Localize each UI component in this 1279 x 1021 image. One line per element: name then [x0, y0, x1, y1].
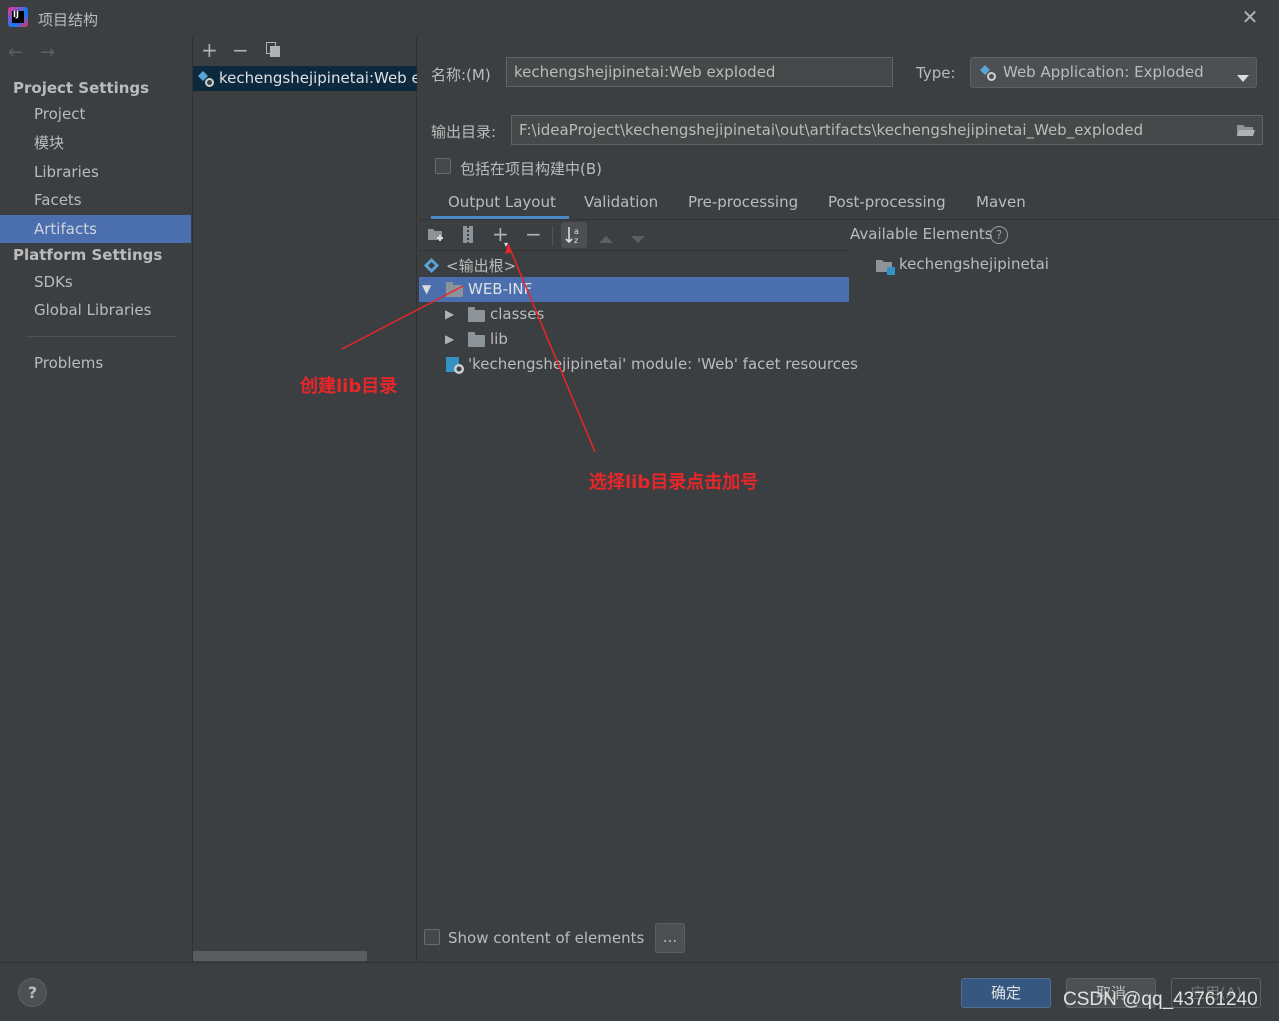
- expand-triangle-icon[interactable]: ▶: [445, 307, 454, 321]
- project-settings-header: Project Settings: [13, 79, 150, 97]
- name-label: 名称:(M): [431, 66, 491, 84]
- tab-maven[interactable]: Maven: [976, 193, 1026, 211]
- type-label: Type:: [916, 64, 956, 82]
- help-button[interactable]: ?: [18, 978, 47, 1007]
- collapse-triangle-icon[interactable]: ▼: [422, 282, 431, 296]
- sidebar-item-libraries[interactable]: Libraries: [0, 158, 191, 186]
- horizontal-scrollbar[interactable]: [193, 951, 367, 961]
- tree-classes[interactable]: classes: [490, 305, 544, 323]
- tree-facet-resources[interactable]: 'kechengshejipinetai' module: 'Web' face…: [468, 355, 858, 373]
- artifact-list-item[interactable]: kechengshejipinetai:Web exploded: [193, 66, 417, 91]
- artifact-item-label: kechengshejipinetai:Web exploded: [219, 69, 417, 87]
- tree-web-inf[interactable]: WEB-INF: [468, 280, 532, 298]
- svg-text:z: z: [574, 236, 578, 245]
- intellij-logo-icon: IJ: [8, 7, 28, 27]
- web-facet-icon: [446, 357, 465, 375]
- help-circle-icon[interactable]: ?: [990, 226, 1008, 244]
- sidebar-divider: [26, 336, 176, 337]
- web-artifact-icon: [197, 70, 215, 88]
- tree-lib[interactable]: lib: [490, 330, 508, 348]
- type-dropdown-value: Web Application: Exploded: [1003, 63, 1204, 81]
- tab-post-processing[interactable]: Post-processing: [828, 193, 946, 211]
- include-in-build-label: 包括在项目构建中(B): [460, 160, 602, 178]
- available-elements-header: Available Elements: [850, 225, 993, 243]
- tab-pre-processing[interactable]: Pre-processing: [688, 193, 798, 211]
- archive-icon[interactable]: [462, 226, 474, 243]
- tabs-divider: [419, 219, 1279, 220]
- close-icon[interactable]: ✕: [1240, 6, 1260, 28]
- annotation-create-lib: 创建lib目录: [300, 376, 398, 397]
- folder-icon: [446, 282, 463, 297]
- module-folder-icon: [876, 258, 895, 275]
- output-root-icon: [423, 257, 440, 274]
- name-field[interactable]: kechengshejipinetai:Web exploded: [506, 57, 893, 87]
- toolbar-separator: [552, 226, 553, 246]
- move-up-icon[interactable]: [599, 230, 613, 243]
- output-dir-label: 输出目录:: [431, 123, 497, 141]
- tab-validation[interactable]: Validation: [584, 193, 658, 211]
- sidebar-item-artifacts[interactable]: Artifacts: [0, 215, 191, 243]
- bottom-divider: [0, 962, 1279, 963]
- remove-icon[interactable]: −: [232, 40, 249, 60]
- folder-browse-icon[interactable]: [1236, 122, 1256, 138]
- add-dropdown-icon[interactable]: ▾: [504, 240, 508, 249]
- include-in-build-checkbox[interactable]: [435, 158, 451, 174]
- sidebar-item-project[interactable]: Project: [0, 100, 191, 128]
- csdn-watermark: CSDN @qq_43761240: [1063, 989, 1258, 1010]
- back-arrow-icon[interactable]: ←: [8, 42, 23, 63]
- sidebar-item-global-libraries[interactable]: Global Libraries: [0, 296, 191, 324]
- output-dir-field[interactable]: F:\ideaProject\kechengshejipinetai\out\a…: [511, 115, 1263, 145]
- show-content-checkbox[interactable]: [424, 929, 440, 945]
- ok-button[interactable]: 确定: [961, 978, 1051, 1008]
- folder-icon: [468, 307, 485, 322]
- sidebar-item-modules[interactable]: 模块: [0, 129, 191, 157]
- platform-settings-header: Platform Settings: [13, 246, 163, 264]
- window-title: 项目结构: [38, 11, 99, 29]
- ellipsis-button[interactable]: ...: [655, 923, 685, 953]
- title-bar: [0, 0, 1279, 36]
- tree-output-root[interactable]: <输出根>: [446, 255, 516, 276]
- layout-toolbar-divider: [419, 250, 849, 251]
- available-item-module[interactable]: kechengshejipinetai: [899, 255, 1049, 273]
- folder-icon: [468, 332, 485, 347]
- artifact-list-panel: [192, 36, 417, 962]
- type-dropdown[interactable]: Web Application: Exploded: [970, 57, 1257, 88]
- web-app-icon: [979, 64, 997, 82]
- copy-icon[interactable]: [266, 42, 281, 58]
- add-icon[interactable]: +: [201, 40, 218, 60]
- annotation-select-lib: 选择lib目录点击加号: [589, 472, 759, 493]
- sidebar-item-problems[interactable]: Problems: [0, 349, 191, 377]
- new-directory-icon[interactable]: [427, 226, 445, 242]
- forward-arrow-icon[interactable]: →: [40, 42, 55, 63]
- sidebar-item-sdks[interactable]: SDKs: [0, 268, 191, 296]
- sidebar-item-facets[interactable]: Facets: [0, 186, 191, 214]
- expand-triangle-icon[interactable]: ▶: [445, 332, 454, 346]
- chevron-down-icon[interactable]: [1237, 69, 1249, 82]
- svg-text:a: a: [574, 227, 579, 236]
- sort-az-icon[interactable]: az: [561, 222, 587, 248]
- tab-output-layout[interactable]: Output Layout: [448, 193, 556, 211]
- move-down-icon[interactable]: [631, 230, 645, 243]
- remove-element-icon[interactable]: −: [525, 224, 542, 244]
- show-content-label: Show content of elements: [448, 929, 645, 947]
